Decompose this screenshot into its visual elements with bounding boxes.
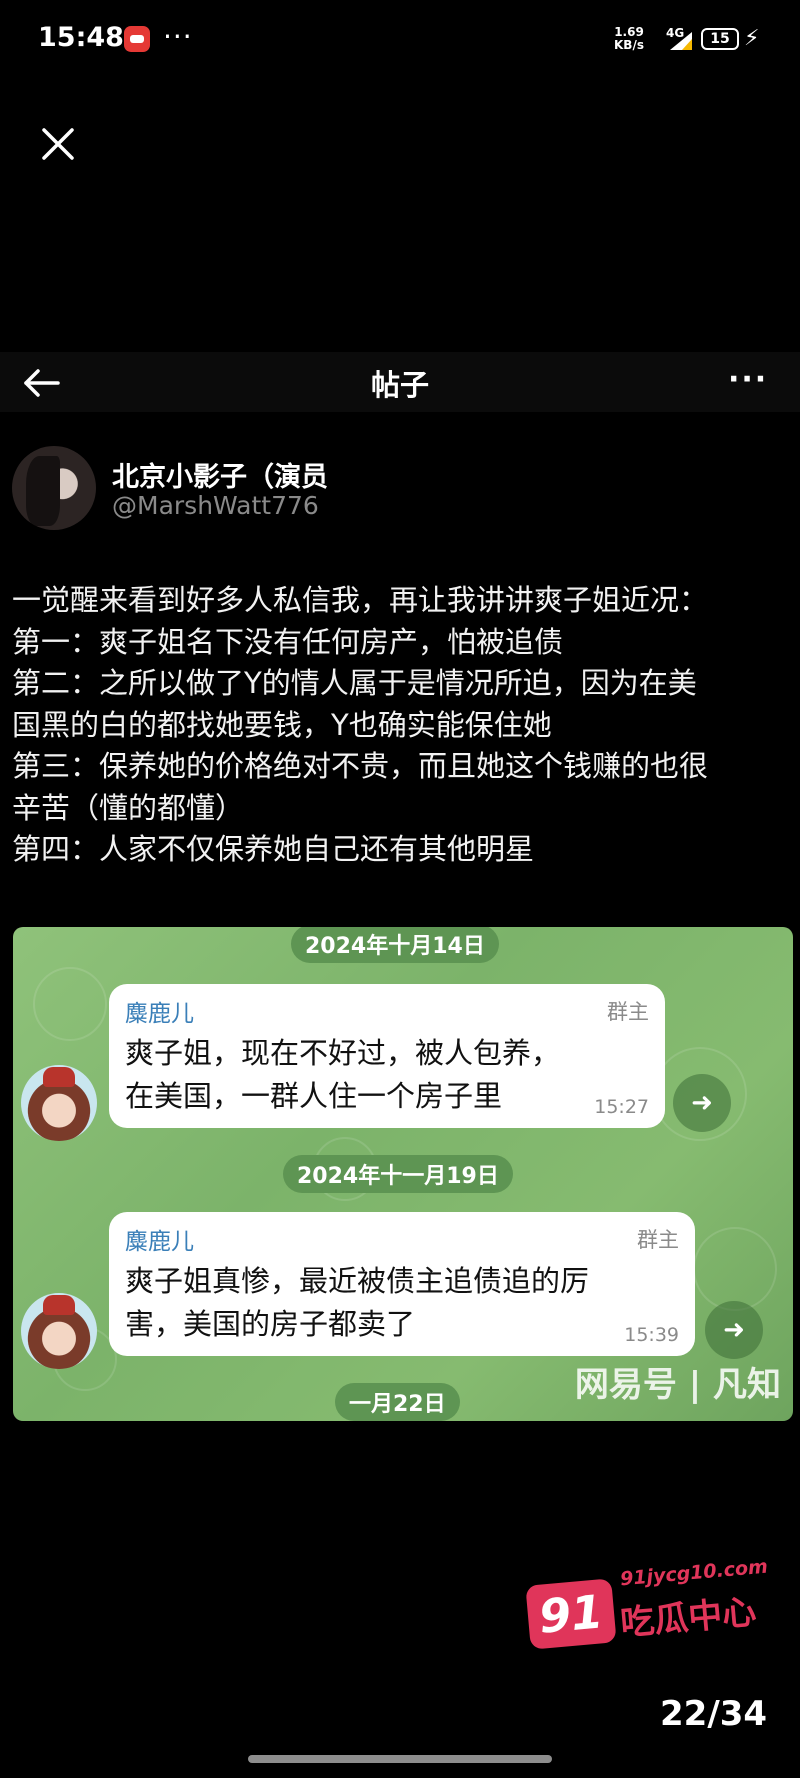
author-avatar[interactable] bbox=[12, 446, 96, 530]
chat-message-line: 在美国，一群人住一个房子里 bbox=[125, 1079, 503, 1113]
charging-icon: ⚡ bbox=[744, 26, 760, 51]
signal-icon bbox=[670, 32, 692, 50]
chat-date-pill: 2024年十月14日 bbox=[291, 927, 499, 963]
post-line: 第四：人家不仅保养她自己还有其他明星 bbox=[12, 832, 535, 866]
chat-sender-role: 群主 bbox=[607, 1000, 649, 1024]
post-body: 一觉醒来看到好多人私信我，再让我讲讲爽子姐近况： 第一：爽子姐名下没有任何房产，… bbox=[12, 580, 792, 871]
chat-avatar bbox=[21, 1065, 97, 1141]
post-line: 第一：爽子姐名下没有任何房产，怕被追债 bbox=[12, 624, 564, 659]
post-image[interactable]: 2024年十月14日 麋鹿儿 群主 爽子姐，现在不好过，被人包养， 在美国，一群… bbox=[13, 927, 793, 1421]
chat-date-pill: 2024年十一月19日 bbox=[283, 1155, 513, 1193]
chat-message-line: 害，美国的房子都卖了 bbox=[125, 1307, 416, 1341]
chat-date-pill: 一月22日 bbox=[335, 1383, 460, 1421]
chat-message-text: 爽子姐，现在不好过，被人包养， 在美国，一群人住一个房子里 bbox=[125, 1032, 560, 1118]
site-watermark-text: 吃瓜中心 bbox=[618, 1592, 758, 1644]
image-page-counter: 22/34 bbox=[660, 1694, 768, 1734]
chat-sender: 麋鹿儿 bbox=[125, 1229, 194, 1255]
close-icon[interactable] bbox=[38, 124, 78, 164]
chat-sender-role: 群主 bbox=[637, 1228, 679, 1252]
page-title: 帖子 bbox=[370, 368, 429, 402]
chat-avatar bbox=[21, 1293, 97, 1369]
chat-message-bubble: 麋鹿儿 群主 爽子姐，现在不好过，被人包养， 在美国，一群人住一个房子里 15:… bbox=[109, 984, 665, 1128]
more-options-icon[interactable]: ··· bbox=[728, 362, 768, 397]
post-line: 国黑的白的都找她要钱，Y也确实能保住她 bbox=[12, 707, 552, 742]
post-line: 一觉醒来看到好多人私信我，再让我讲讲爽子姐近况： bbox=[12, 583, 709, 617]
forward-icon bbox=[705, 1301, 763, 1359]
image-watermark: 网易号 | 凡知 bbox=[574, 1365, 781, 1405]
chat-message-text: 爽子姐真惨，最近被债主追债追的厉 害，美国的房子都卖了 bbox=[125, 1260, 589, 1346]
battery-icon: 15 bbox=[701, 28, 739, 50]
post-line: 第三：保养她的价格绝对不贵，而且她这个钱赚的也很 bbox=[12, 749, 709, 783]
chat-sender: 麋鹿儿 bbox=[125, 1001, 194, 1027]
author-handle[interactable]: @MarshWatt776 bbox=[112, 491, 319, 520]
post-line: 第二：之所以做了Y的情人属于是情况所迫，因为在美 bbox=[12, 666, 697, 700]
status-time: 15:48 bbox=[38, 22, 124, 53]
home-indicator[interactable] bbox=[248, 1755, 552, 1763]
network-speed-unit: KB/s bbox=[614, 38, 644, 52]
forward-icon bbox=[673, 1074, 731, 1132]
chat-message-line: 爽子姐真惨，最近被债主追债追的厉 bbox=[125, 1264, 590, 1298]
author-name[interactable]: 北京小影子（演员 bbox=[112, 455, 328, 494]
chat-message-time: 15:39 bbox=[624, 1324, 679, 1346]
site-watermark-badge: 91 bbox=[525, 1578, 617, 1650]
chat-message-bubble: 麋鹿儿 群主 爽子姐真惨，最近被债主追债追的厉 害，美国的房子都卖了 15:39 bbox=[109, 1212, 695, 1356]
app-notification-icon bbox=[124, 26, 150, 52]
network-speed: 1.69 KB/s bbox=[614, 26, 644, 52]
post-line: 辛苦（懂的都懂） bbox=[12, 790, 245, 825]
status-more-icon: ··· bbox=[163, 20, 193, 53]
chat-message-time: 15:27 bbox=[594, 1096, 649, 1118]
chat-message-line: 爽子姐，现在不好过，被人包养， bbox=[125, 1036, 561, 1070]
